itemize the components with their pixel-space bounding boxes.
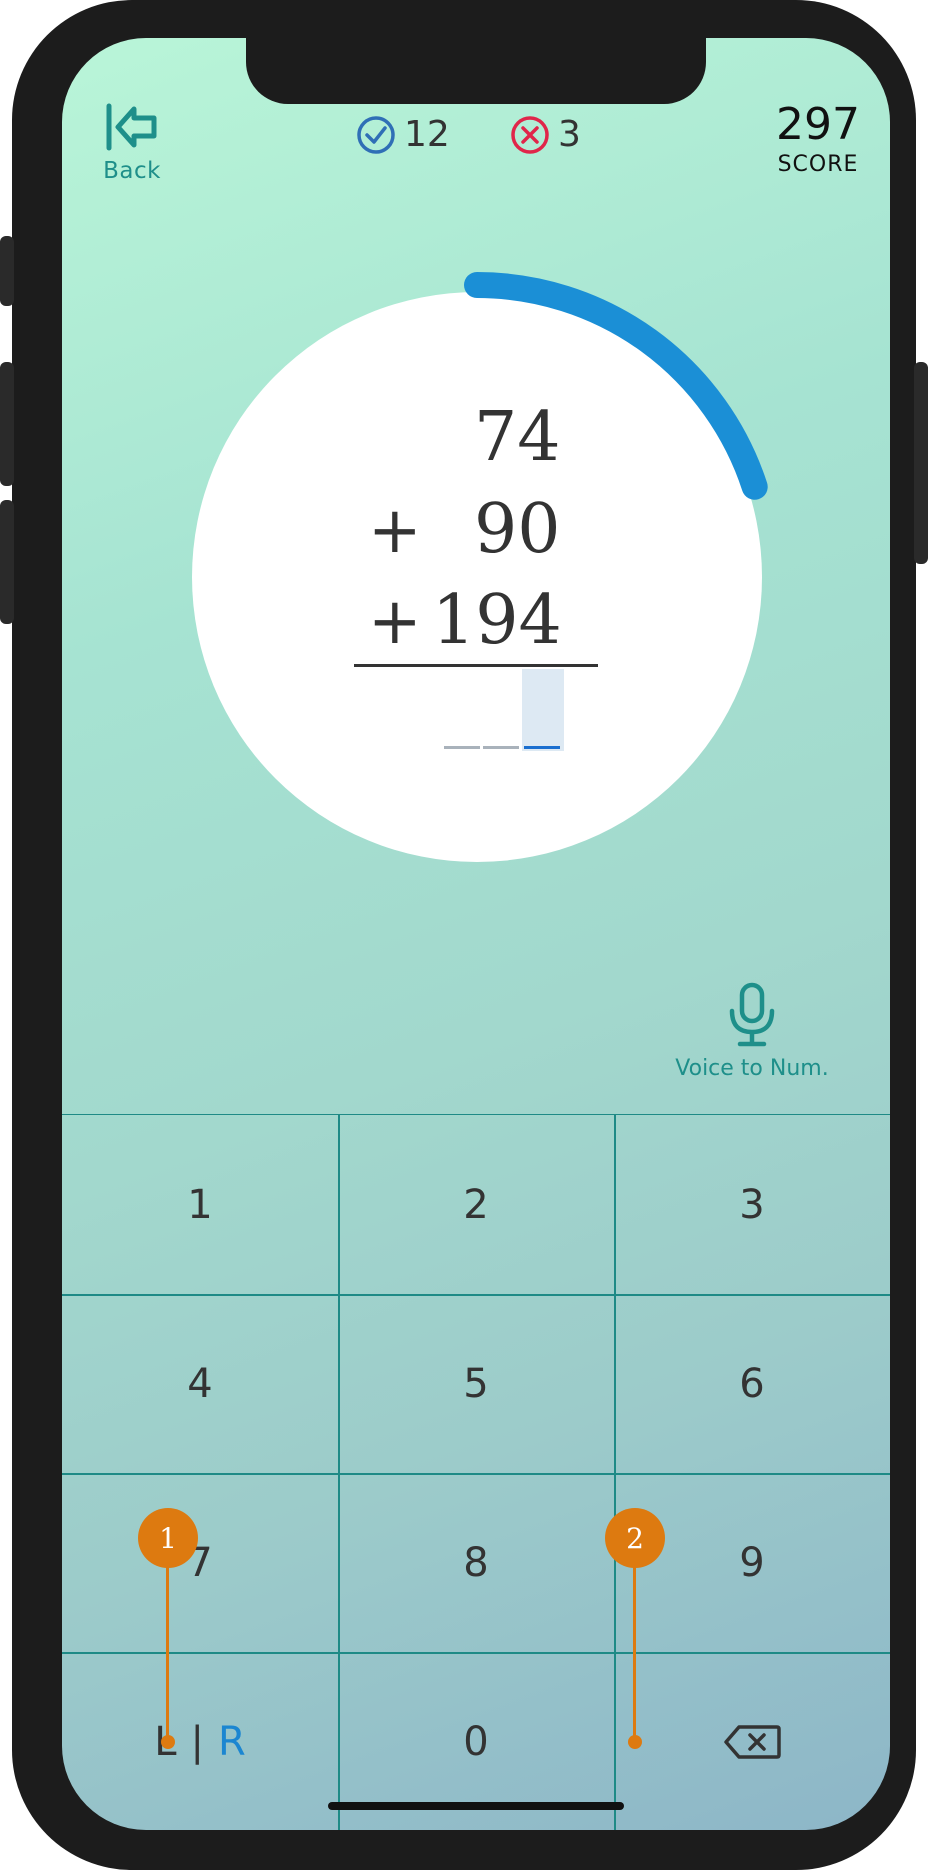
- volume-up-button: [0, 362, 14, 486]
- volume-down-button: [0, 500, 14, 624]
- operand-1: 74: [474, 398, 561, 477]
- left-right-toggle-key[interactable]: L | R: [62, 1652, 338, 1830]
- sum-line: [354, 664, 598, 667]
- power-button: [914, 362, 928, 564]
- key-7[interactable]: 7: [62, 1473, 338, 1652]
- key-5[interactable]: 5: [338, 1294, 614, 1473]
- callout-2-dot: [628, 1735, 642, 1749]
- callout-1-dot: [161, 1735, 175, 1749]
- callout-1-line: [166, 1538, 169, 1742]
- microphone-icon: [729, 982, 775, 1047]
- answer-slot-ones[interactable]: [524, 746, 560, 749]
- number-keypad: 1 2 3 4 5 6 7 8 9 L | R 0: [62, 1114, 890, 1830]
- timer-arc: [464, 272, 768, 500]
- operator-plus-1: +: [368, 494, 422, 568]
- key-6[interactable]: 6: [614, 1294, 890, 1473]
- backspace-key[interactable]: [614, 1652, 890, 1830]
- silent-switch: [0, 236, 14, 306]
- home-indicator: [328, 1802, 624, 1810]
- key-8[interactable]: 8: [338, 1473, 614, 1652]
- lr-right-label: R: [217, 1718, 246, 1765]
- callout-2-line: [633, 1538, 636, 1742]
- callout-2-badge: 2: [605, 1508, 665, 1568]
- key-4[interactable]: 4: [62, 1294, 338, 1473]
- notch: [246, 38, 706, 104]
- key-3[interactable]: 3: [614, 1115, 890, 1294]
- operand-3: 194: [432, 581, 562, 660]
- key-1[interactable]: 1: [62, 1115, 338, 1294]
- answer-cursor-highlight: [522, 669, 564, 751]
- callout-1-badge: 1: [138, 1508, 198, 1568]
- operator-plus-2: +: [368, 585, 422, 659]
- key-2[interactable]: 2: [338, 1115, 614, 1294]
- answer-slot-tens[interactable]: [483, 746, 519, 749]
- voice-label: Voice to Num.: [675, 1056, 829, 1081]
- operand-2: 90: [474, 490, 561, 569]
- answer-slot-hundreds[interactable]: [444, 746, 480, 749]
- key-9[interactable]: 9: [614, 1473, 890, 1652]
- voice-to-num-button[interactable]: Voice to Num.: [652, 982, 852, 1081]
- app-screen: Back 12 3 297 SCORE 74 + 90 + 194 Voice …: [62, 38, 890, 1830]
- lr-separator: |: [190, 1718, 204, 1765]
- phone-frame: Back 12 3 297 SCORE 74 + 90 + 194 Voice …: [0, 0, 928, 1870]
- backspace-icon: [724, 1724, 781, 1759]
